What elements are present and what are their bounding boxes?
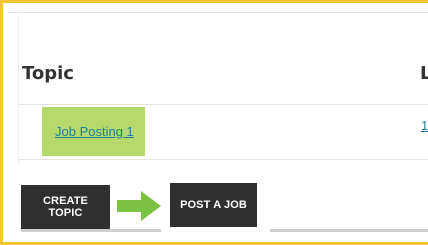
job-posting-link[interactable]: Job Posting 1: [55, 124, 134, 139]
column-header-topic: Topic: [22, 63, 74, 84]
table-row-divider: [18, 159, 428, 160]
button-shadow: [270, 229, 428, 232]
column-header-next: L: [420, 63, 428, 84]
button-shadow: [21, 229, 161, 232]
table-row-divider: [18, 104, 428, 105]
table-left-border: [18, 14, 19, 164]
top-divider: [8, 12, 428, 13]
post-a-job-button[interactable]: POST A JOB: [170, 183, 257, 227]
next-column-link[interactable]: 1: [421, 118, 428, 133]
right-arrow-icon: [117, 191, 161, 221]
create-topic-button[interactable]: CREATE TOPIC: [21, 185, 110, 229]
